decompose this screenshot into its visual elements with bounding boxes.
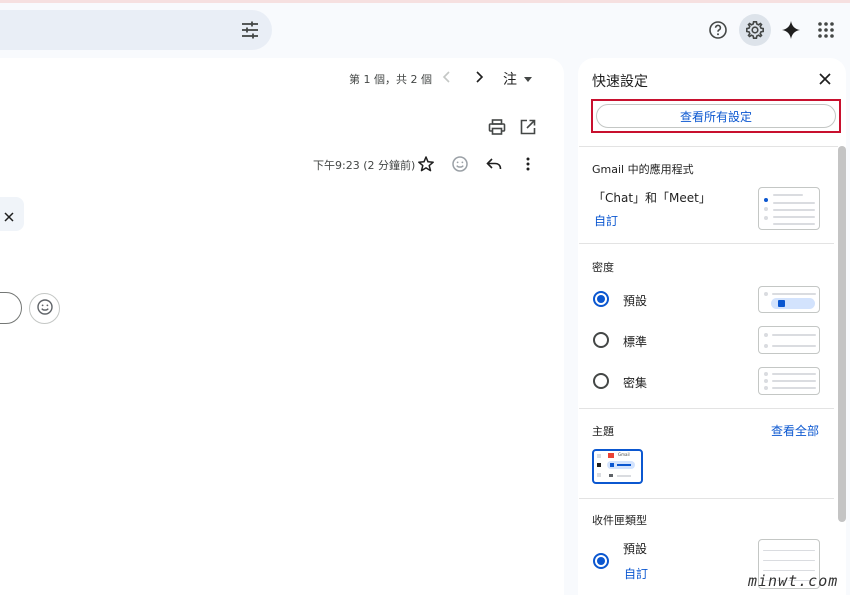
thumbnail-line	[773, 209, 815, 211]
density-default-thumbnail	[758, 286, 820, 313]
emoji-icon	[36, 298, 54, 320]
see-all-settings-label: 查看所有設定	[679, 109, 752, 124]
previous-chevron-icon[interactable]	[440, 69, 454, 89]
thumbnail-dot	[764, 198, 768, 202]
density-comfortable-thumbnail	[758, 326, 820, 354]
density-default-radio[interactable]	[593, 291, 609, 307]
thumbnail-dot	[764, 379, 768, 383]
thumbnail-line	[772, 345, 816, 347]
density-option-label: 標準	[623, 335, 648, 349]
inbox-type-default-radio[interactable]	[593, 553, 609, 569]
search-options-icon[interactable]	[240, 21, 260, 39]
density-option-label: 預設	[623, 294, 648, 308]
message-timestamp: 下午9:23 (2 分鐘前)	[313, 159, 416, 172]
view-all-themes-link[interactable]: 查看全部	[771, 422, 819, 439]
gmail-logo-icon	[608, 453, 614, 458]
inbox-type-option-label: 預設	[623, 542, 648, 556]
divider	[579, 243, 834, 244]
add-reaction-icon[interactable]	[451, 155, 469, 177]
apps-preview-thumbnail	[758, 187, 820, 230]
star-icon[interactable]	[417, 155, 435, 177]
divider	[579, 408, 834, 409]
customize-apps-link[interactable]: 自訂	[594, 212, 618, 229]
thumbnail-dot	[764, 292, 768, 296]
quick-settings-title: 快速設定	[592, 74, 648, 90]
top-accent-line	[0, 0, 850, 3]
pager-count: 第 1 個，共 2 個	[349, 73, 432, 86]
thumbnail-line	[773, 202, 815, 204]
close-icon[interactable]	[817, 71, 833, 91]
density-compact-thumbnail	[758, 367, 820, 395]
reply-icon[interactable]	[485, 155, 503, 177]
apps-grid-icon[interactable]	[810, 14, 842, 46]
message-panel	[0, 58, 564, 595]
apps-label: 「Chat」和「Meet」	[593, 191, 711, 205]
thumbnail-line	[773, 216, 815, 218]
thumbnail-line	[772, 387, 816, 389]
customize-inbox-link[interactable]: 自訂	[624, 565, 648, 582]
density-section-title: 密度	[592, 261, 614, 274]
thumbnail-dot	[764, 216, 768, 220]
print-icon[interactable]	[488, 118, 506, 140]
document-icon	[778, 300, 785, 307]
gemini-sparkle-icon[interactable]	[775, 14, 807, 46]
theme-section-title: 主題	[592, 425, 614, 438]
settings-gear-icon[interactable]	[739, 14, 771, 46]
thumbnail-line	[763, 550, 815, 551]
density-comfortable-radio[interactable]	[593, 332, 609, 348]
next-chevron-icon[interactable]	[472, 69, 486, 89]
flag-icon	[597, 473, 601, 477]
thumbnail-dot	[764, 386, 768, 390]
watermark: minwt.com	[748, 572, 839, 590]
input-tools-menu[interactable]: 注	[503, 69, 532, 89]
see-all-settings-button[interactable]: 查看所有設定	[591, 99, 841, 133]
more-options-icon[interactable]	[519, 155, 537, 177]
theme-preview-thumbnail[interactable]: Gmail	[592, 449, 643, 484]
thumbnail-line	[617, 464, 631, 466]
input-tools-label: 注	[503, 72, 517, 88]
caret-down-icon	[524, 76, 532, 82]
inbox-type-section-title: 收件匣類型	[592, 514, 647, 527]
thumbnail-line	[772, 293, 816, 295]
thumbnail-line	[772, 373, 816, 375]
density-option-label: 密集	[623, 376, 648, 390]
thumbnail-line	[773, 194, 803, 196]
thumbnail-line	[763, 570, 815, 571]
thumbnail-line	[773, 223, 815, 225]
emoji-reaction-button[interactable]	[29, 293, 60, 324]
mail-icon	[609, 474, 613, 477]
thumbnail-line	[763, 560, 815, 561]
thumbnail-dot	[764, 344, 768, 348]
apps-section-title: Gmail 中的應用程式	[592, 163, 694, 176]
search-bar[interactable]	[0, 10, 272, 50]
menu-icon	[597, 454, 601, 458]
pencil-icon	[610, 463, 614, 467]
thumbnail-line	[617, 475, 631, 477]
divider	[579, 498, 834, 499]
scrollbar[interactable]	[838, 146, 846, 522]
thumbnail-dot	[764, 207, 768, 211]
thumbnail-dot	[764, 372, 768, 376]
open-in-new-window-icon[interactable]	[519, 118, 537, 140]
help-icon[interactable]	[702, 14, 734, 46]
thumbnail-line	[772, 380, 816, 382]
thumbnail-line	[772, 334, 816, 336]
inbox-icon	[597, 463, 601, 467]
theme-preview-brand: Gmail	[618, 452, 630, 457]
density-compact-radio[interactable]	[593, 373, 609, 389]
thumbnail-dot	[764, 333, 768, 337]
close-icon[interactable]	[3, 208, 15, 227]
divider	[579, 146, 838, 147]
